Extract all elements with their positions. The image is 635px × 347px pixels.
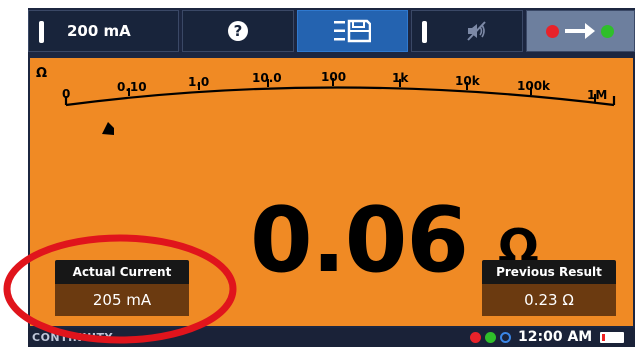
previous-result-title: Previous Result bbox=[482, 260, 616, 284]
top-toolbar: 200 mA ? bbox=[28, 10, 635, 54]
red-dot-icon bbox=[546, 24, 560, 38]
blue-status-dot bbox=[500, 332, 511, 343]
green-status-dot bbox=[485, 332, 496, 343]
test-current-label: 200 mA bbox=[67, 22, 131, 40]
range-indicator bbox=[39, 21, 44, 43]
clock: 12:00 AM bbox=[518, 329, 593, 345]
green-dot-icon bbox=[601, 24, 615, 38]
scale-tick-label: 100 bbox=[321, 70, 346, 84]
scale-pointer-icon bbox=[102, 122, 114, 135]
sound-toggle-button[interactable] bbox=[411, 10, 523, 52]
test-current-button[interactable]: 200 mA bbox=[28, 10, 180, 52]
scale-tick-label: 1k bbox=[392, 71, 409, 85]
scale-tick-label: 100k bbox=[517, 79, 551, 93]
scale-tick-label: 0.10 bbox=[117, 80, 147, 94]
previous-result-value: 0.23 Ω bbox=[482, 284, 616, 316]
scale-tick-label: 1.0 bbox=[188, 75, 209, 89]
scale-tick-label: 10k bbox=[455, 74, 481, 88]
list-save-icon bbox=[334, 19, 372, 43]
resistance-scale: Ω 0 0.10 1.0 10.0 100 1k 10k 100k 1M bbox=[36, 66, 616, 135]
help-icon: ? bbox=[227, 21, 248, 41]
save-menu-button[interactable] bbox=[296, 10, 409, 52]
speaker-muted-icon bbox=[467, 21, 486, 41]
scale-tick-label: 0 bbox=[62, 87, 70, 101]
highlight-ellipse bbox=[3, 234, 237, 344]
scale-tick-label: 1M bbox=[587, 88, 607, 102]
scale-tick-label: 10.0 bbox=[252, 71, 282, 85]
resistance-reading: 0.06 bbox=[250, 188, 469, 293]
scale-unit-label: Ω bbox=[36, 66, 47, 81]
previous-result-box: Previous Result 0.23 Ω bbox=[482, 260, 616, 316]
help-button[interactable]: ? bbox=[182, 10, 294, 52]
battery-icon bbox=[600, 332, 624, 343]
run-test-button[interactable] bbox=[525, 10, 635, 52]
sound-indicator bbox=[422, 21, 428, 43]
arrow-right-icon bbox=[565, 23, 596, 39]
red-status-dot bbox=[470, 332, 481, 343]
